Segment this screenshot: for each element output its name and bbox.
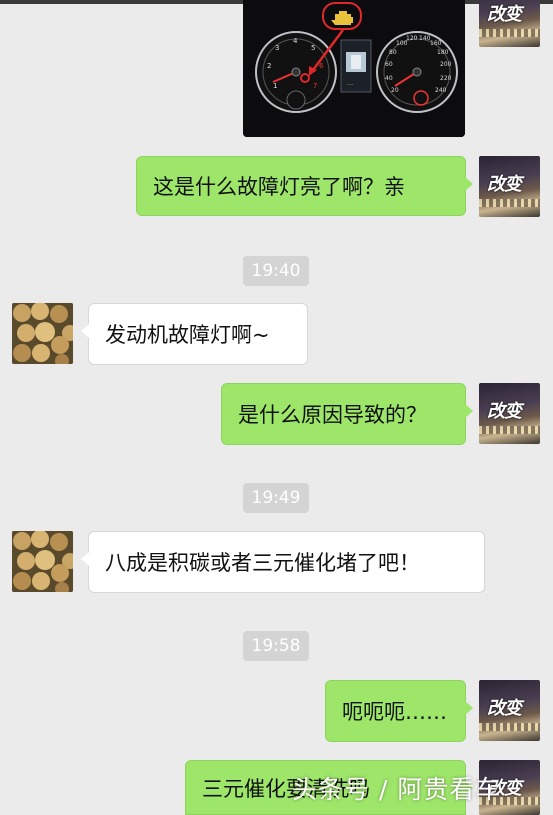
avatar-badge-text: 改变 <box>487 4 522 25</box>
left-gauge-tick: 6 <box>319 62 324 70</box>
avatar-sender[interactable]: 改变 <box>479 156 540 217</box>
message-bubble-sent[interactable]: 呃呃呃…… <box>325 680 473 742</box>
right-gauge-tick: 200 <box>440 61 452 68</box>
right-gauge-tick: 40 <box>385 75 393 82</box>
message-text: 是什么原因导致的？ <box>238 403 427 427</box>
message-text: 八成是积碳或者三元催化堵了吧！ <box>105 551 420 575</box>
message-bubble-sent[interactable]: 是什么原因导致的？ <box>221 383 473 445</box>
avatar-badge-text: 改变 <box>487 174 522 195</box>
right-gauge-tick: 160 <box>430 40 442 47</box>
right-gauge-tick: 180 <box>437 49 449 56</box>
message-bubble-received[interactable]: 八成是积碳或者三元催化堵了吧！ <box>81 531 485 593</box>
avatar-badge-text: 改变 <box>487 401 522 422</box>
right-gauge-tick: 120 <box>406 35 418 42</box>
timestamp: 19:49 <box>243 483 309 513</box>
avatar-receiver[interactable] <box>12 531 73 592</box>
avatar-sender[interactable]: 改变 <box>479 680 540 741</box>
chat-area[interactable]: 1 2 3 4 5 6 7 20 40 60 80 100 120 140 16… <box>0 0 553 815</box>
left-gauge-tick: 4 <box>293 37 298 45</box>
message-text: 呃呃呃…… <box>342 700 447 724</box>
left-gauge-tick: 1 <box>273 82 277 90</box>
timestamp: 19:58 <box>243 631 309 661</box>
beans-photo-icon <box>12 531 73 592</box>
avatar-badge-text: 改变 <box>487 698 522 719</box>
left-gauge-tick: 5 <box>311 44 315 52</box>
svg-text:····: ···· <box>347 82 354 88</box>
timestamp: 19:40 <box>243 256 309 286</box>
right-gauge-tick: 140 <box>419 35 431 42</box>
message-text: 发动机故障灯啊~ <box>105 323 270 347</box>
avatar-receiver[interactable] <box>12 303 73 364</box>
message-text: 这是什么故障灯亮了啊？亲 <box>153 175 405 199</box>
left-gauge-tick: 7 <box>313 82 317 90</box>
right-gauge-tick: 240 <box>435 87 447 94</box>
right-gauge-tick: 60 <box>385 61 393 68</box>
avatar-sender[interactable]: 改变 <box>479 0 540 47</box>
beans-photo-icon <box>12 303 73 364</box>
avatar-sender[interactable]: 改变 <box>479 383 540 444</box>
dashboard-photo[interactable]: 1 2 3 4 5 6 7 20 40 60 80 100 120 140 16… <box>243 0 465 137</box>
watermark: 头条号 / 阿贵看车 <box>292 775 502 804</box>
left-gauge-tick: 3 <box>275 44 279 52</box>
message-bubble-received[interactable]: 发动机故障灯啊~ <box>81 303 308 365</box>
left-gauge-tick: 2 <box>267 62 271 70</box>
message-bubble-sent[interactable]: 这是什么故障灯亮了啊？亲 <box>136 156 473 216</box>
right-gauge-tick: 80 <box>389 49 397 56</box>
right-gauge-tick: 20 <box>391 87 399 94</box>
right-gauge-tick: 220 <box>440 75 452 82</box>
